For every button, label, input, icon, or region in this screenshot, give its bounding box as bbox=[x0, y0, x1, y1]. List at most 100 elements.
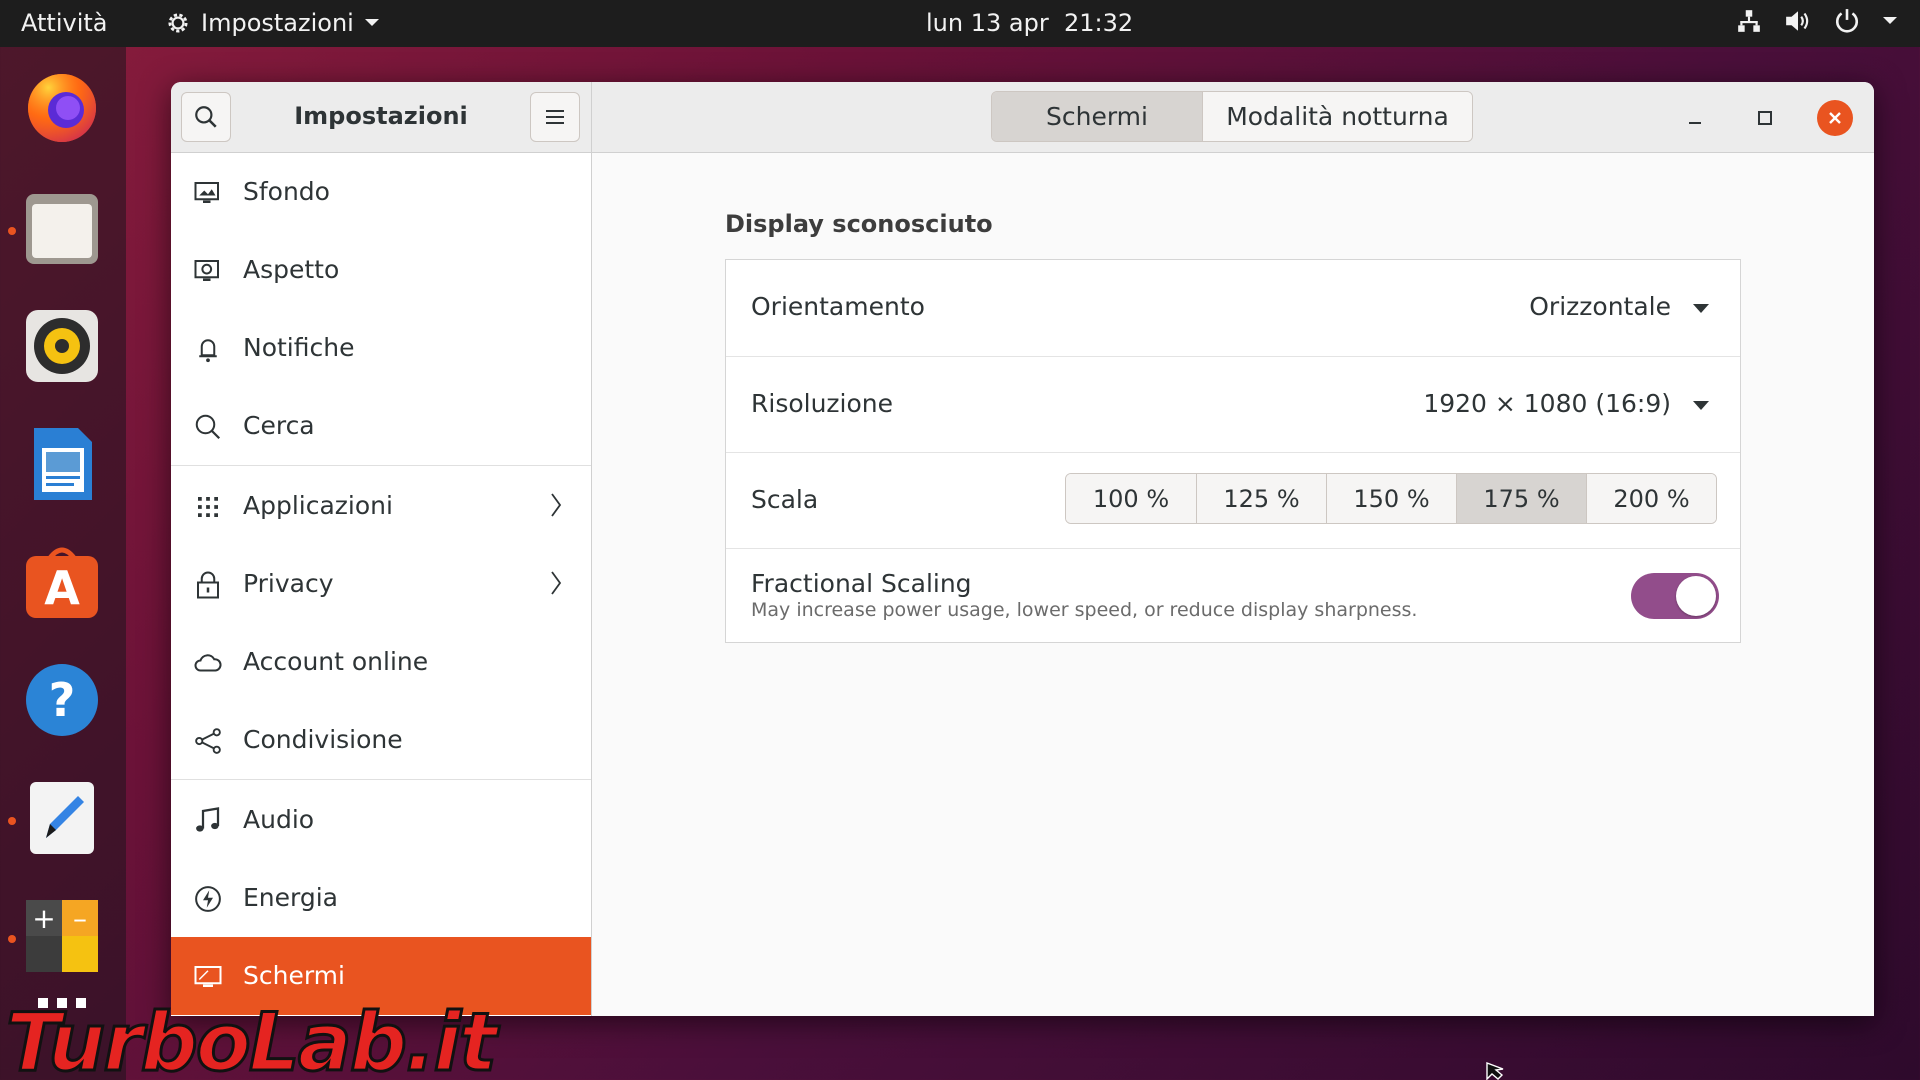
chevron-down-icon bbox=[364, 18, 380, 28]
chevron-down-icon[interactable] bbox=[1882, 16, 1898, 26]
network-icon[interactable] bbox=[1736, 8, 1762, 34]
display-settings-panel: Display sconosciuto Orientamento Orizzon… bbox=[592, 153, 1874, 1016]
gear-icon bbox=[165, 10, 191, 36]
maximize-button[interactable] bbox=[1747, 100, 1783, 136]
text-editor-icon bbox=[30, 782, 94, 854]
running-indicator bbox=[8, 817, 16, 825]
sidebar-item-label: Account online bbox=[243, 647, 429, 676]
background-icon bbox=[194, 182, 219, 203]
sidebar-item-sfondo[interactable]: Sfondo bbox=[171, 153, 591, 231]
display-settings-list: Orientamento Orizzontale Risoluzione 192… bbox=[725, 259, 1741, 643]
activities-button[interactable]: Attività bbox=[21, 9, 107, 37]
svg-text:?: ? bbox=[49, 673, 76, 727]
running-indicator bbox=[8, 227, 16, 235]
dock-writer[interactable] bbox=[23, 425, 101, 503]
power-icon[interactable] bbox=[1834, 8, 1860, 34]
display-icon bbox=[194, 966, 222, 987]
maximize-icon bbox=[1758, 111, 1772, 125]
app-menu[interactable]: Impostazioni bbox=[165, 9, 380, 37]
dock-help[interactable]: ? bbox=[23, 661, 101, 739]
sidebar-item-label: Notifiche bbox=[243, 333, 355, 362]
search-button[interactable] bbox=[181, 92, 231, 142]
svg-text:A: A bbox=[44, 561, 80, 615]
top-bar: Attività Impostazioni lun 13 apr 21:32 bbox=[0, 0, 1920, 47]
scale-row: Scala 100 % 125 % 150 % 175 % 200 % bbox=[726, 452, 1740, 548]
stack-switcher: Schermi Modalità notturna bbox=[991, 91, 1473, 142]
sidebar-item-label: Cerca bbox=[243, 411, 315, 440]
scale-option-100[interactable]: 100 % bbox=[1066, 474, 1196, 523]
header-bar: Impostazioni Schermi Modalità notturna bbox=[171, 82, 1874, 153]
dock-text-editor[interactable] bbox=[23, 779, 101, 857]
sidebar-item-aspetto[interactable]: Aspetto bbox=[171, 231, 591, 309]
sidebar-item-label: Condivisione bbox=[243, 725, 403, 754]
svg-text:–: – bbox=[73, 902, 87, 935]
dock-software[interactable]: A bbox=[23, 543, 101, 621]
minimize-icon bbox=[1689, 122, 1701, 124]
chevron-right-icon bbox=[551, 493, 562, 517]
volume-icon[interactable] bbox=[1784, 8, 1812, 34]
sidebar-item-label: Schermi bbox=[243, 961, 345, 990]
music-note-icon bbox=[196, 807, 220, 832]
sidebar-item-condivisione[interactable]: Condivisione bbox=[171, 701, 591, 779]
resolution-label: Risoluzione bbox=[751, 389, 894, 418]
sidebar-item-label: Energia bbox=[243, 883, 338, 912]
apps-grid-icon bbox=[198, 497, 218, 517]
sidebar-item-label: Aspetto bbox=[243, 255, 340, 284]
app-menu-label: Impostazioni bbox=[201, 9, 354, 37]
svg-text:+: + bbox=[32, 902, 55, 935]
sidebar-item-label: Sfondo bbox=[243, 177, 330, 206]
orientation-value[interactable]: Orizzontale bbox=[1529, 292, 1671, 321]
settings-window: Impostazioni Schermi Modalità notturna S… bbox=[171, 82, 1874, 1016]
software-store-icon: A bbox=[26, 547, 98, 618]
sidebar-item-label: Audio bbox=[243, 805, 315, 834]
close-button[interactable] bbox=[1817, 100, 1853, 136]
dock-firefox[interactable] bbox=[23, 67, 101, 145]
orientation-row[interactable]: Orientamento Orizzontale bbox=[726, 260, 1740, 356]
sidebar-item-privacy[interactable]: Privacy bbox=[171, 545, 591, 623]
help-icon: ? bbox=[26, 664, 98, 736]
chevron-right-icon bbox=[551, 571, 562, 595]
hamburger-icon bbox=[546, 110, 564, 124]
dropdown-arrow-icon bbox=[1693, 304, 1709, 313]
resolution-value[interactable]: 1920 × 1080 (16:9) bbox=[1423, 389, 1671, 418]
mouse-cursor-icon bbox=[1486, 1062, 1504, 1080]
scale-option-200[interactable]: 200 % bbox=[1586, 474, 1716, 523]
dropdown-arrow-icon bbox=[1693, 401, 1709, 410]
dock-calculator[interactable]: + – bbox=[23, 897, 101, 975]
tab-schermi[interactable]: Schermi bbox=[992, 92, 1202, 141]
scale-button-group: 100 % 125 % 150 % 175 % 200 % bbox=[1065, 473, 1717, 524]
sidebar-item-account-online[interactable]: Account online bbox=[171, 623, 591, 701]
scale-label: Scala bbox=[751, 485, 819, 514]
tab-modalita-notturna[interactable]: Modalità notturna bbox=[1202, 92, 1472, 141]
rhythmbox-icon bbox=[26, 310, 98, 382]
scale-option-125[interactable]: 125 % bbox=[1196, 474, 1326, 523]
sidebar-separator bbox=[171, 779, 591, 780]
watermark-logo: TurboLab.it bbox=[4, 995, 498, 1080]
fractional-scaling-switch[interactable] bbox=[1631, 573, 1719, 619]
scale-option-150[interactable]: 150 % bbox=[1326, 474, 1456, 523]
writer-icon bbox=[34, 428, 92, 500]
fractional-scaling-label: Fractional Scaling bbox=[751, 569, 972, 598]
firefox-icon bbox=[28, 74, 96, 142]
sidebar-item-energia[interactable]: Energia bbox=[171, 859, 591, 937]
sidebar-item-cerca[interactable]: Cerca bbox=[171, 387, 591, 465]
clock[interactable]: lun 13 apr 21:32 bbox=[926, 9, 1133, 37]
minimize-button[interactable] bbox=[1677, 100, 1713, 136]
resolution-row[interactable]: Risoluzione 1920 × 1080 (16:9) bbox=[726, 356, 1740, 452]
sidebar-item-audio[interactable]: Audio bbox=[171, 781, 591, 859]
dock-rhythmbox[interactable] bbox=[23, 307, 101, 385]
sidebar-item-notifiche[interactable]: Notifiche bbox=[171, 309, 591, 387]
dock-files[interactable] bbox=[23, 189, 101, 267]
orientation-label: Orientamento bbox=[751, 292, 925, 321]
scale-option-175[interactable]: 175 % bbox=[1456, 474, 1586, 523]
system-tray[interactable] bbox=[1736, 8, 1898, 34]
sidebar-title: Impostazioni bbox=[294, 102, 468, 130]
running-indicator bbox=[8, 935, 16, 943]
settings-sidebar: Sfondo Aspetto Notifiche Cerca Applicazi… bbox=[171, 153, 592, 1016]
sidebar-separator bbox=[171, 465, 591, 466]
dock: A ? + – bbox=[0, 47, 126, 1080]
sidebar-item-applicazioni[interactable]: Applicazioni bbox=[171, 467, 591, 545]
calculator-icon: + – bbox=[26, 900, 98, 972]
cloud-icon bbox=[194, 654, 222, 672]
menu-button[interactable] bbox=[530, 92, 580, 142]
